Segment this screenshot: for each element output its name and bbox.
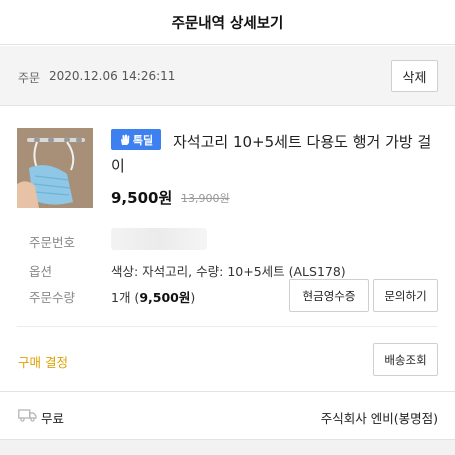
inquiry-button[interactable]: 문의하기 bbox=[373, 279, 438, 312]
cash-receipt-button[interactable]: 현금영수증 bbox=[289, 279, 369, 312]
order-status: 구매 결정 bbox=[18, 355, 68, 370]
quantity-suffix: ) bbox=[190, 290, 196, 305]
product-price: 9,500원 bbox=[111, 189, 173, 207]
original-price: 13,900원 bbox=[181, 192, 230, 205]
quantity-price: 9,500원 bbox=[139, 290, 191, 305]
quantity-label: 주문수량 bbox=[29, 290, 76, 305]
truck-icon bbox=[18, 409, 37, 422]
product-thumbnail[interactable] bbox=[17, 128, 93, 208]
product-image bbox=[17, 128, 93, 208]
option-value: 색상: 자석고리, 수량: 10+5세트 (ALS178) bbox=[111, 264, 346, 279]
order-number-label: 주문번호 bbox=[29, 235, 76, 250]
delete-button[interactable]: 삭제 bbox=[391, 60, 438, 92]
order-date-value: 2020.12.06 14:26:11 bbox=[49, 69, 176, 83]
order-date-bar: 주문 2020.12.06 14:26:11 bbox=[0, 46, 455, 106]
top-header: 주문내역 상세보기 bbox=[0, 0, 455, 45]
order-date-label: 주문 bbox=[18, 71, 41, 85]
order-number-redacted bbox=[111, 228, 207, 250]
quantity-value: 1개 (9,500원) bbox=[111, 287, 195, 306]
track-delivery-button[interactable]: 배송조회 bbox=[373, 343, 438, 376]
quantity-prefix: 1개 ( bbox=[111, 290, 140, 305]
product-title[interactable]: 자석고리 10+5세트 다용도 행거 가방 걸이 bbox=[111, 130, 441, 178]
seller-name[interactable]: 주식회사 엔비(봉명점) bbox=[321, 408, 438, 427]
option-label: 옵션 bbox=[29, 264, 53, 279]
page-title: 주문내역 상세보기 bbox=[171, 15, 284, 32]
section-divider bbox=[17, 326, 438, 327]
shipping-fee: 무료 bbox=[41, 411, 65, 426]
bottom-separator bbox=[0, 439, 455, 455]
